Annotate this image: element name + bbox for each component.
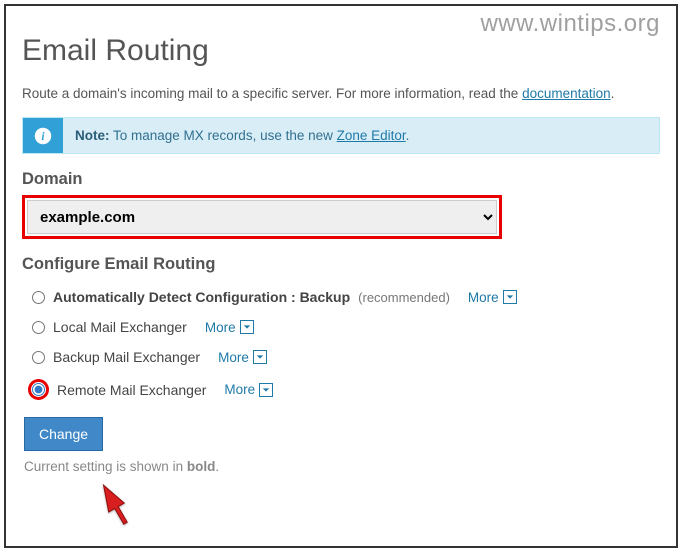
watermark-text: www.wintips.org	[480, 10, 660, 38]
domain-label: Domain	[22, 170, 660, 189]
more-label: More	[468, 290, 499, 305]
chevron-down-icon	[259, 383, 273, 397]
more-toggle[interactable]: More	[468, 290, 517, 305]
more-toggle[interactable]: More	[224, 382, 273, 397]
more-label: More	[224, 382, 255, 397]
chevron-down-icon	[240, 320, 254, 334]
description-suffix: .	[611, 86, 615, 101]
change-button[interactable]: Change	[24, 417, 103, 451]
option-label: Automatically Detect Configuration : Bac…	[53, 289, 350, 305]
configure-label: Configure Email Routing	[22, 255, 660, 274]
info-alert: i Note: To manage MX records, use the ne…	[22, 117, 660, 154]
radio-auto-detect[interactable]	[32, 291, 45, 304]
page-title: Email Routing	[22, 34, 660, 68]
zone-editor-link[interactable]: Zone Editor	[337, 128, 406, 143]
note-label: Note:	[75, 128, 110, 143]
radio-highlight	[28, 379, 49, 400]
radio-backup[interactable]	[32, 351, 45, 364]
description-text: Route a domain's incoming mail to a spec…	[22, 86, 522, 101]
option-backup-exchanger[interactable]: Backup Mail Exchanger More	[22, 342, 660, 372]
hint-suffix: .	[215, 459, 219, 474]
recommended-tag: (recommended)	[358, 290, 450, 305]
radio-local[interactable]	[32, 321, 45, 334]
hint-prefix: Current setting is shown in	[24, 459, 187, 474]
more-toggle[interactable]: More	[205, 320, 254, 335]
more-label: More	[205, 320, 236, 335]
current-setting-hint: Current setting is shown in bold.	[24, 459, 660, 474]
domain-select-highlight: example.com	[22, 195, 502, 239]
routing-options: Automatically Detect Configuration : Bac…	[22, 282, 660, 407]
hint-bold: bold	[187, 459, 216, 474]
more-toggle[interactable]: More	[218, 350, 267, 365]
option-auto-detect[interactable]: Automatically Detect Configuration : Bac…	[22, 282, 660, 312]
alert-text-suffix: .	[406, 128, 410, 143]
documentation-link[interactable]: documentation	[522, 86, 611, 101]
chevron-down-icon	[503, 290, 517, 304]
more-label: More	[218, 350, 249, 365]
chevron-down-icon	[253, 350, 267, 364]
option-label: Local Mail Exchanger	[53, 319, 187, 335]
radio-remote[interactable]	[32, 383, 45, 396]
page-description: Route a domain's incoming mail to a spec…	[22, 86, 660, 101]
option-local-exchanger[interactable]: Local Mail Exchanger More	[22, 312, 660, 342]
info-alert-body: Note: To manage MX records, use the new …	[63, 118, 421, 153]
domain-select[interactable]: example.com	[27, 200, 497, 234]
option-label: Backup Mail Exchanger	[53, 349, 200, 365]
cursor-icon	[94, 480, 136, 535]
option-remote-exchanger[interactable]: Remote Mail Exchanger More	[22, 372, 660, 407]
alert-text-prefix: To manage MX records, use the new	[110, 128, 337, 143]
info-icon: i	[23, 118, 63, 153]
option-label: Remote Mail Exchanger	[57, 382, 206, 398]
